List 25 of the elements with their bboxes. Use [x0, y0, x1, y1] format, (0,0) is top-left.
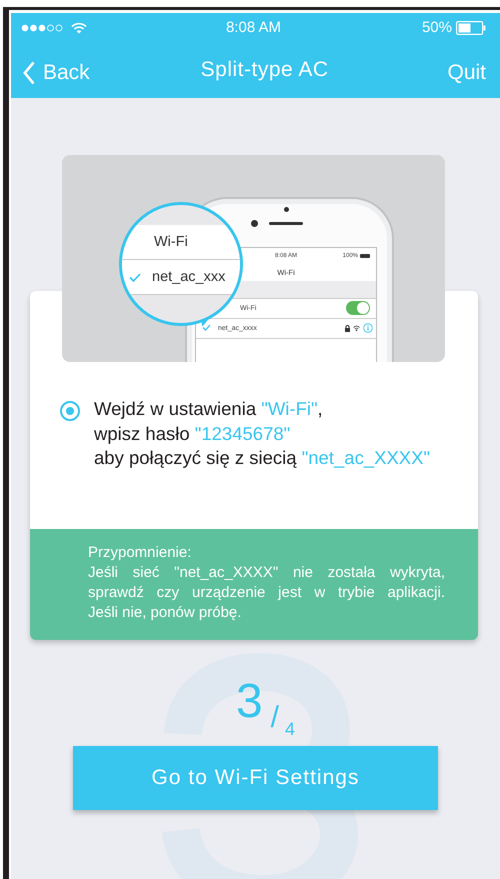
- magnified-row: net_ac_xxx: [122, 260, 240, 295]
- back-button[interactable]: Back: [23, 59, 90, 87]
- lock-icon: [345, 325, 350, 332]
- radio-button[interactable]: [60, 401, 80, 421]
- chevron-left-icon: [23, 61, 35, 85]
- total-steps: 4: [285, 719, 296, 740]
- screen-title: Split-type AC: [200, 58, 330, 82]
- speaker-icon: [269, 222, 303, 225]
- status-time: 8:08 AM: [224, 19, 282, 36]
- instruction-text: Wejdź w ustawienia "Wi-Fi", wpisz hasło "12345678" aby połączyć się z siecią "net_ac_XXXX": [94, 397, 430, 470]
- quit-button[interactable]: Quit: [447, 59, 486, 87]
- battery-percent: 50%: [422, 19, 452, 36]
- battery-icon: [360, 254, 370, 258]
- camera-icon: [284, 207, 289, 212]
- magnified-row: Wi-Fi: [122, 225, 240, 260]
- current-step: 3: [236, 674, 263, 729]
- reminder-title: Przypomnienie:: [88, 543, 192, 563]
- wifi-icon: [353, 325, 360, 331]
- info-icon: [363, 323, 373, 333]
- toggle-switch[interactable]: [346, 301, 370, 315]
- wifi-icon: [71, 22, 87, 34]
- step-separator: /: [270, 701, 280, 735]
- reminder-text: Jeśli sieć "net_ac_XXXX" nie została wykryta, sprawdź czy urządzenie jest w trybie aplikacji. Jeśli nie, ponów próbę.: [88, 563, 445, 623]
- wifi-settings-button[interactable]: Go to Wi-Fi Settings: [73, 746, 438, 810]
- battery-icon: [456, 20, 486, 34]
